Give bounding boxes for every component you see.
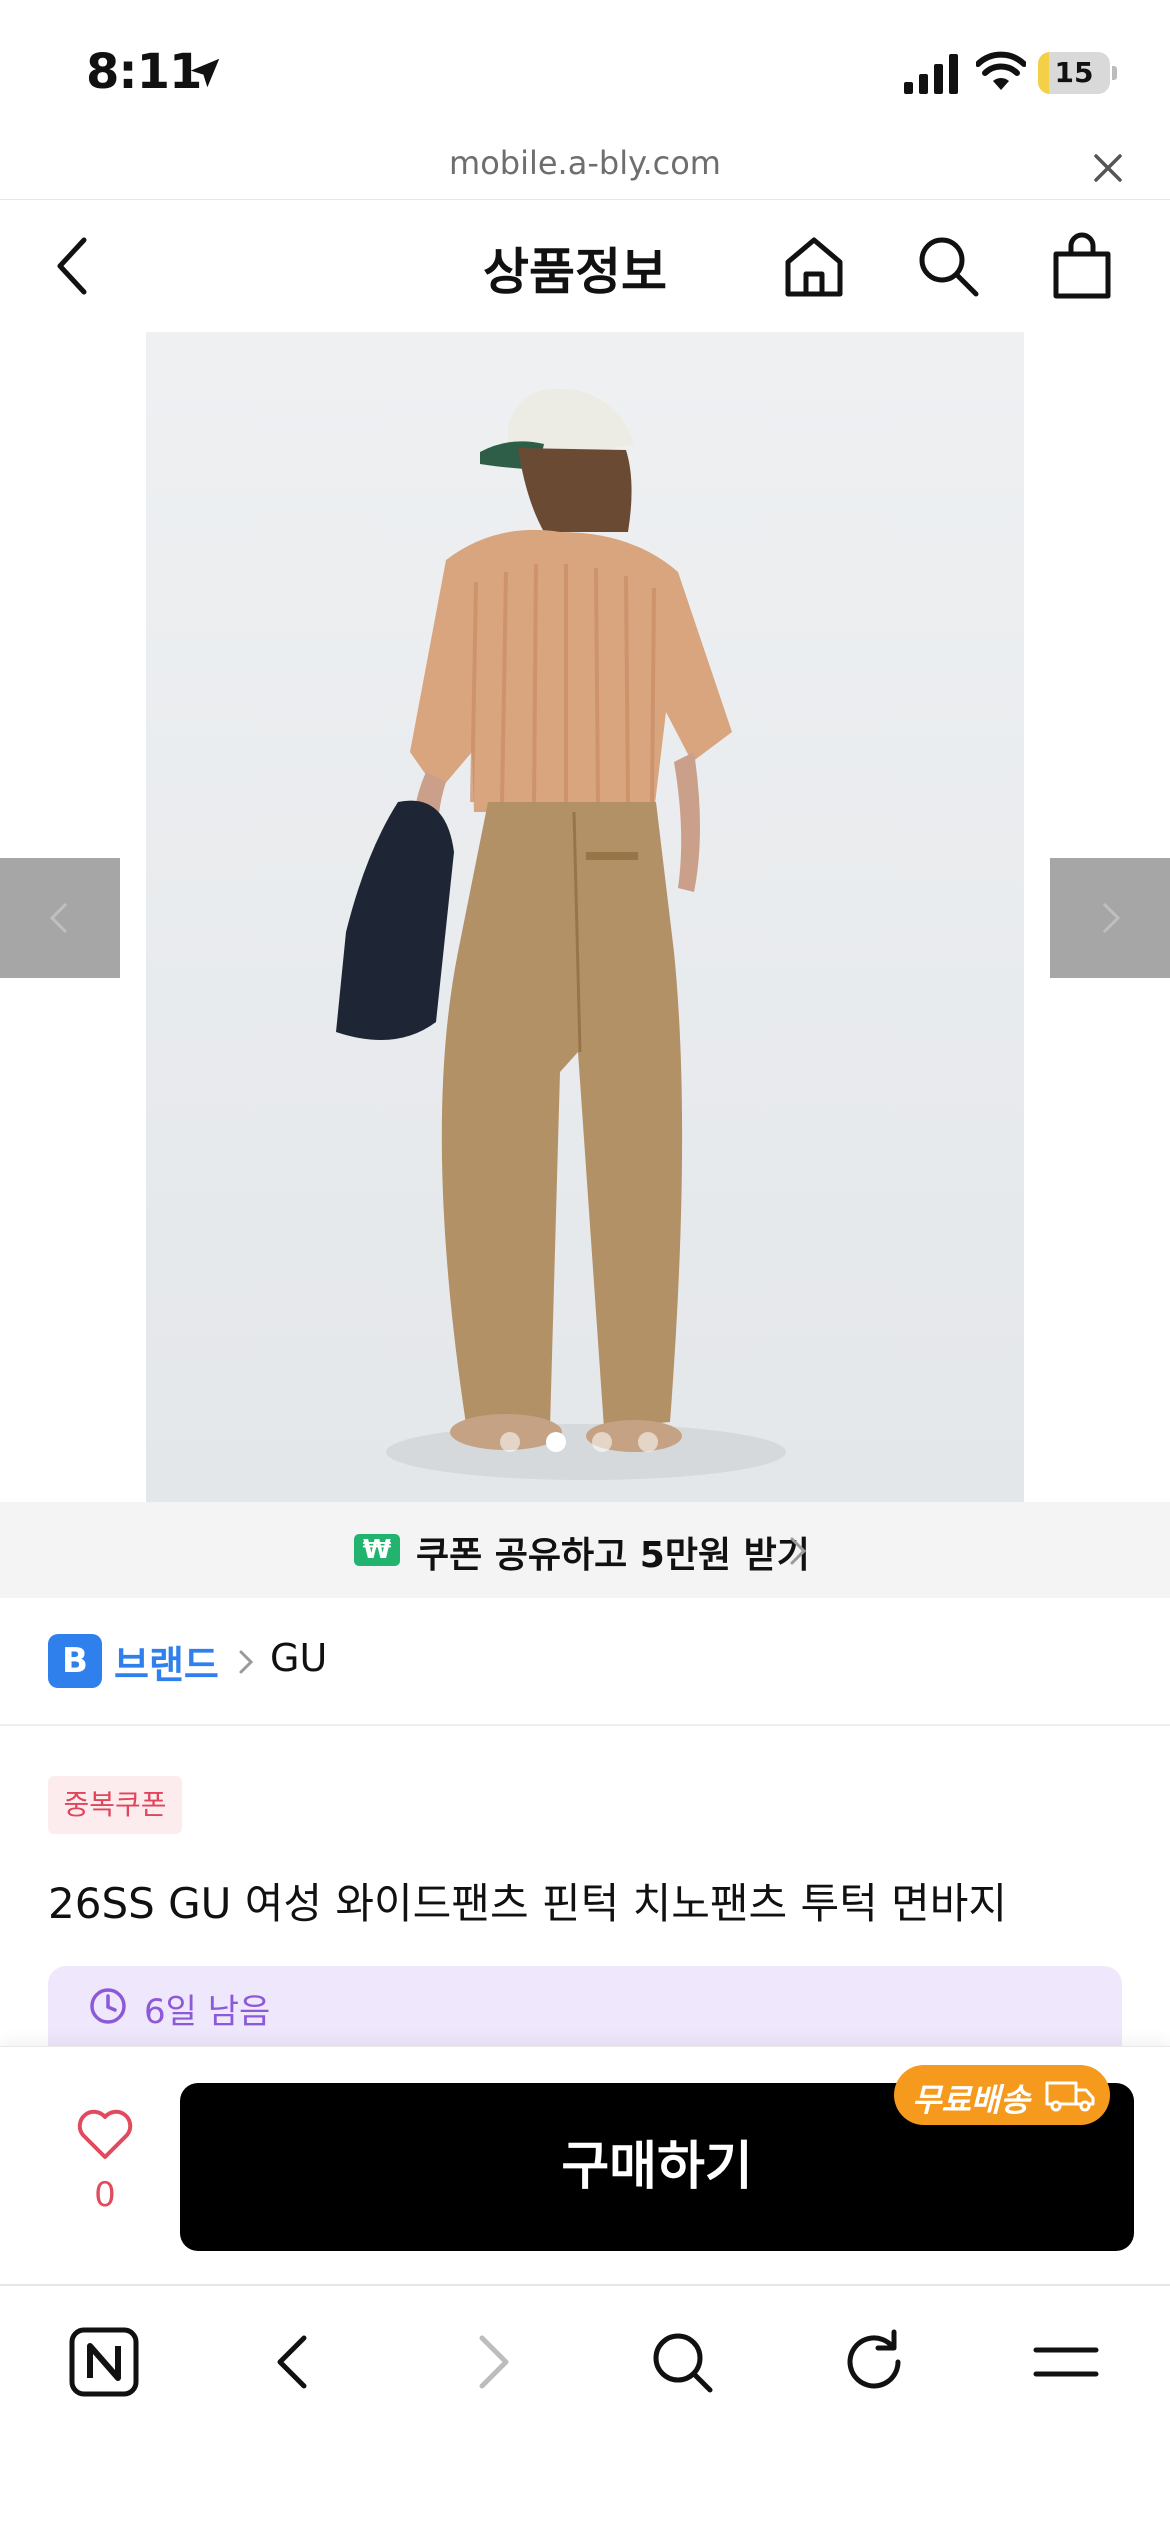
gallery-dot[interactable] bbox=[638, 1432, 658, 1452]
naver-home-button[interactable] bbox=[64, 2322, 144, 2402]
heart-icon bbox=[77, 2109, 133, 2159]
chevron-right-icon bbox=[479, 2335, 509, 2389]
coupon-share-banner[interactable]: ₩ 쿠폰 공유하고 5만원 받기 bbox=[0, 1502, 1170, 1598]
battery-level-text: 15 bbox=[1054, 56, 1094, 89]
next-image-button[interactable] bbox=[1050, 858, 1170, 978]
home-icon[interactable] bbox=[778, 230, 850, 302]
shopping-bag-icon[interactable] bbox=[1046, 230, 1118, 302]
close-icon[interactable] bbox=[1090, 150, 1126, 186]
browser-toolbar bbox=[0, 2284, 1170, 2532]
clock-icon bbox=[90, 1988, 126, 2024]
app-header: 상품정보 bbox=[0, 200, 1170, 332]
browser-search-button[interactable] bbox=[642, 2322, 722, 2402]
brand-breadcrumb[interactable]: B 브랜드 GU bbox=[0, 1598, 1170, 1726]
gallery-pagination-dots[interactable] bbox=[500, 1432, 670, 1456]
wifi-icon bbox=[976, 51, 1026, 90]
chevron-right-icon bbox=[239, 1650, 254, 1674]
countdown-text: 6일 남음 bbox=[144, 1992, 271, 2032]
gallery-dot[interactable] bbox=[500, 1432, 520, 1452]
sale-countdown: 6일 남음 bbox=[48, 1966, 1122, 2046]
browser-reload-button[interactable] bbox=[834, 2322, 914, 2402]
brand-label[interactable]: 브랜드 bbox=[114, 1634, 219, 1689]
cellular-signal-icon bbox=[904, 54, 958, 94]
search-icon[interactable] bbox=[912, 230, 984, 302]
url-text[interactable]: mobile.a-bly.com bbox=[0, 144, 1170, 182]
browser-forward-button[interactable] bbox=[450, 2322, 530, 2402]
search-icon bbox=[653, 2333, 713, 2393]
reload-icon bbox=[847, 2329, 901, 2389]
page-title: 상품정보 bbox=[483, 243, 667, 301]
duplicate-coupon-badge: 중복쿠폰 bbox=[48, 1776, 182, 1834]
chevron-left-icon bbox=[49, 902, 68, 934]
back-button[interactable] bbox=[44, 228, 114, 304]
status-time: 8:11 bbox=[86, 44, 202, 100]
product-photo[interactable] bbox=[146, 332, 1024, 1502]
purchase-bar: 0 구매하기 무료배송 bbox=[0, 2046, 1170, 2284]
naver-n-icon bbox=[69, 2327, 139, 2397]
like-button[interactable]: 0 bbox=[60, 2107, 150, 2237]
coupon-banner-text: 쿠폰 공유하고 5만원 받기 bbox=[416, 1535, 810, 1576]
product-title: 26SS GU 여성 와이드팬츠 핀턱 치노팬츠 투턱 면바지 bbox=[48, 1879, 1008, 1928]
gallery-dot[interactable] bbox=[592, 1432, 612, 1452]
brand-name-link[interactable]: GU bbox=[270, 1636, 327, 1680]
prev-image-button[interactable] bbox=[0, 858, 120, 978]
chevron-right-icon bbox=[790, 1537, 807, 1565]
browser-menu-button[interactable] bbox=[1026, 2322, 1106, 2402]
like-count: 0 bbox=[94, 2175, 116, 2215]
brand-icon: B bbox=[48, 1634, 102, 1688]
product-photo-illustration bbox=[336, 388, 786, 1480]
free-shipping-badge: 무료배송 bbox=[894, 2065, 1110, 2125]
hamburger-menu-icon bbox=[1033, 2347, 1099, 2377]
browser-back-button[interactable] bbox=[256, 2322, 336, 2402]
browser-url-bar[interactable]: mobile.a-bly.com bbox=[0, 140, 1170, 200]
product-image-gallery[interactable] bbox=[0, 332, 1170, 1502]
truck-icon bbox=[1045, 2081, 1095, 2112]
gallery-dot[interactable] bbox=[546, 1432, 566, 1452]
free-shipping-label: 무료배송 bbox=[912, 2081, 1030, 2119]
location-arrow-icon bbox=[190, 58, 220, 88]
chevron-left-icon bbox=[277, 2335, 307, 2389]
won-coupon-icon: ₩ bbox=[354, 1534, 400, 1566]
battery-icon: 15 bbox=[1038, 52, 1118, 94]
status-bar: 8:11 15 bbox=[0, 0, 1170, 140]
chevron-right-icon bbox=[1102, 902, 1121, 934]
